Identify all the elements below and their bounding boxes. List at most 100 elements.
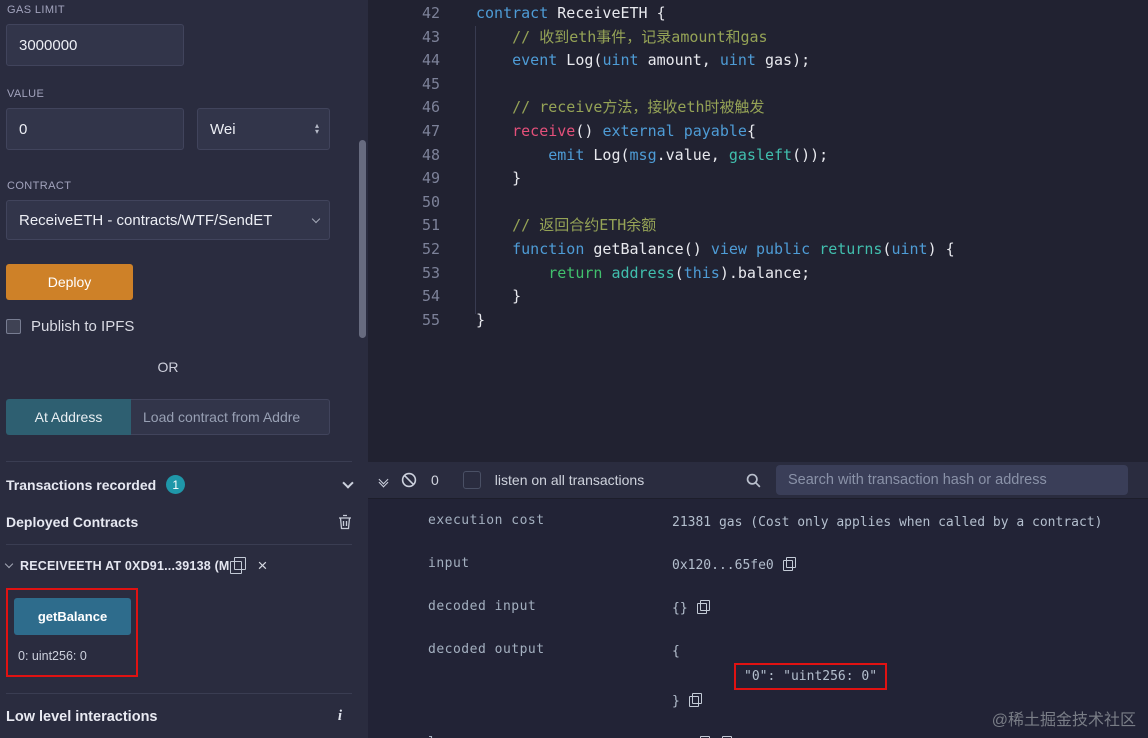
terminal-row-label: execution cost [428,513,545,528]
terminal: 0 listen on all transactions execution c… [368,462,1148,738]
close-icon[interactable]: × [258,557,268,574]
info-icon[interactable]: i [338,708,342,725]
code-editor[interactable]: 42 contract ReceiveETH { 43 // 收到eth事件，记录a… [368,0,1148,462]
code-line: 43 // 收到eth事件，记录amount和gas [368,26,1148,50]
transactions-recorded-row[interactable]: Transactions recorded 1 [6,461,354,494]
code-lines: 42 contract ReceiveETH { 43 // 收到eth事件，记录a… [368,2,1148,332]
line-number: 51 [421,216,440,235]
line-number: 54 [421,287,440,306]
code-text: // 返回合约ETH余额 [476,216,657,235]
terminal-row-value: 0x120...65fe0 [672,556,796,577]
contract-label: CONTRACT [7,180,72,192]
terminal-row: decoded output {"0": "uint256: 0"} [428,642,1148,713]
indent-guide [475,26,476,314]
divider [6,544,352,545]
decoded-output-highlight: "0": "uint256: 0" [734,663,888,690]
code-text: // 收到eth事件，记录amount和gas [476,27,768,46]
getbalance-highlight-box: getBalance 0: uint256: 0 [6,588,138,677]
line-number: 42 [421,4,440,22]
code-line: 45 [368,73,1148,97]
contract-select[interactable]: ReceiveETH - contracts/WTF/SendET [6,200,330,240]
terminal-row-label: input [428,556,470,571]
code-line: 50 [368,191,1148,215]
line-number: 48 [421,145,440,164]
remix-ide: GAS LIMIT VALUE Wei ▴▾ CONTRACT ReceiveE… [0,0,1148,738]
code-text: contract ReceiveETH { [476,4,666,22]
sidebar-scrollbar[interactable] [359,140,366,338]
trash-icon[interactable] [338,514,352,530]
contract-selected-option: ReceiveETH - contracts/WTF/SendET [19,211,273,229]
code-text: } [476,169,522,188]
line-number: 45 [421,74,440,93]
code-line: 46 // receive方法，接收eth时被触发 [368,96,1148,120]
at-address-row: At Address [6,399,352,435]
line-number: 55 [421,310,440,329]
or-label: OR [157,359,179,375]
code-line: 52 function getBalance() view public ret… [368,238,1148,262]
copy-icon[interactable] [688,693,702,707]
code-line: 55} [368,309,1148,333]
terminal-row: execution cost 21381 gas (Cost only appli… [428,513,1148,534]
code-line: 47 receive() external payable{ [368,120,1148,144]
deployed-contract-item[interactable]: RECEIVEETH AT 0XD91...39138 (M × [4,557,352,574]
chevron-down-icon[interactable] [4,559,14,569]
deploy-run-panel: GAS LIMIT VALUE Wei ▴▾ CONTRACT ReceiveE… [0,0,368,738]
copy-icon[interactable] [229,557,246,574]
code-line: 44 event Log(uint amount, uint gas); [368,49,1148,73]
value-row: Wei ▴▾ [6,100,352,150]
terminal-row-value: {"0": "uint256: 0"} [672,642,888,713]
code-text: return address(this).balance; [548,263,811,282]
deployed-contract-name: RECEIVEETH AT 0XD91...39138 (M [20,558,230,573]
deployed-contracts-label: Deployed Contracts [6,514,139,530]
line-number: 53 [421,263,440,282]
low-level-interactions-label: Low level interactions [6,708,158,725]
line-number: 52 [421,239,440,258]
copy-icon[interactable] [782,557,796,571]
value-unit-label: Wei [210,120,236,138]
search-icon [745,472,762,489]
clear-console-icon[interactable] [401,472,417,488]
terminal-row: input 0x120...65fe0 [428,556,1148,577]
listen-all-transactions-checkbox[interactable] [462,471,481,489]
terminal-row-label: decoded output [428,642,545,657]
value-unit-select[interactable]: Wei ▴ ▾ [197,108,330,150]
code-line: 48 emit Log(msg.value, gasleft()); [368,144,1148,168]
terminal-search-input[interactable] [776,465,1128,495]
line-number: 44 [421,51,440,70]
gas-limit-input[interactable] [6,24,184,66]
line-number: 49 [421,169,440,188]
load-contract-address-input[interactable] [131,399,330,435]
chevron-down-icon [311,214,321,223]
code-text: // receive方法，接收eth时被触发 [476,98,765,117]
stepper-arrows-icon[interactable]: ▴ ▾ [315,122,319,136]
value-input[interactable] [6,108,184,150]
code-text: } [476,287,522,306]
deploy-button[interactable]: Deploy [6,264,133,300]
getbalance-button[interactable]: getBalance [14,598,131,635]
code-line: 51 // 返回合约ETH余额 [368,214,1148,238]
code-text: emit Log(msg.value, gasleft()); [548,145,829,164]
terminal-row-label: decoded input [428,599,537,614]
publish-ipfs-row: Publish to IPFS [6,318,352,335]
transaction-count: 0 [431,472,439,488]
chevron-down-icon[interactable] [342,477,354,489]
code-line: 42 contract ReceiveETH { [368,2,1148,26]
code-line: 49 } [368,167,1148,191]
publish-ipfs-checkbox[interactable] [6,319,21,334]
deployed-contracts-row: Deployed Contracts [6,514,352,530]
listen-all-transactions-label: listen on all transactions [494,472,645,488]
transactions-count-badge: 1 [166,475,186,494]
terminal-text: 0x120...65fe0 [672,558,774,573]
expand-terminal-icon[interactable] [378,474,389,488]
terminal-row: decoded input {} [428,599,1148,620]
getbalance-result: 0: uint256: 0 [18,649,87,663]
line-number: 43 [421,27,440,46]
code-text: receive() external payable{ [512,121,756,140]
low-level-interactions-row: Low level interactions i [6,693,352,725]
terminal-text: 21381 gas (Cost only applies when called… [672,515,1103,530]
line-number: 50 [421,192,440,211]
value-label: VALUE [7,88,45,100]
terminal-header: 0 listen on all transactions [368,462,1148,499]
copy-icon[interactable] [696,600,710,614]
at-address-button[interactable]: At Address [6,399,131,435]
